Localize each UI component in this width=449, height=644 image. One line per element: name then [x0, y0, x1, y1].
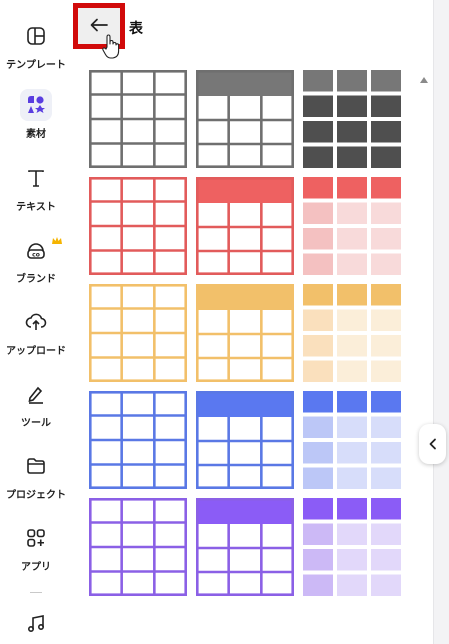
pen-icon — [20, 378, 52, 410]
table-purple-style-3[interactable] — [303, 498, 401, 600]
sidebar-item-label: テンプレート — [6, 60, 66, 71]
sidebar: テンプレート 素材 テキスト co ブランド アップロード ツール プロジェクト… — [0, 0, 72, 644]
table-yellow-style-3[interactable] — [303, 284, 401, 386]
sidebar-item-label: ブランド — [16, 274, 56, 285]
table-red-style-3[interactable] — [303, 177, 401, 279]
table-blue-style-3[interactable] — [303, 391, 401, 493]
table-yellow-style-2[interactable] — [195, 283, 295, 386]
sidebar-item-uploads[interactable]: アップロード — [0, 306, 72, 357]
table-gray-style-3[interactable] — [303, 70, 401, 172]
hand-cursor-icon — [101, 34, 121, 64]
table-gray-style-2[interactable] — [195, 69, 295, 172]
text-icon — [20, 162, 52, 194]
table-blue-style-1[interactable] — [88, 390, 188, 493]
table-red-style-1[interactable] — [88, 176, 188, 279]
sidebar-item-label: ツール — [21, 418, 51, 429]
sidebar-item-apps[interactable]: アプリ — [0, 522, 72, 573]
music-icon — [20, 608, 52, 640]
table-yellow-style-1[interactable] — [88, 283, 188, 386]
collapse-panel-button[interactable] — [419, 424, 446, 464]
table-purple-style-1[interactable] — [88, 497, 188, 600]
svg-text:co: co — [32, 252, 40, 259]
upload-icon — [20, 306, 52, 338]
sidebar-divider — [30, 592, 42, 593]
arrow-left-icon — [90, 17, 108, 36]
sidebar-item-label: プロジェクト — [6, 490, 66, 501]
scroll-up-icon[interactable] — [419, 70, 429, 89]
apps-icon — [20, 522, 52, 554]
template-icon — [20, 20, 52, 52]
sidebar-item-elements[interactable]: 素材 — [0, 89, 72, 140]
sidebar-item-text[interactable]: テキスト — [0, 162, 72, 213]
folder-icon — [20, 450, 52, 482]
sidebar-item-label: アップロード — [6, 346, 66, 357]
elements-icon — [20, 89, 52, 121]
table-blue-style-2[interactable] — [195, 390, 295, 493]
sidebar-item-label: 素材 — [26, 129, 46, 140]
sidebar-item-audio[interactable] — [0, 608, 72, 640]
sidebar-item-projects[interactable]: プロジェクト — [0, 450, 72, 501]
sidebar-item-label: アプリ — [21, 562, 51, 573]
chevron-left-icon — [429, 435, 437, 454]
panel-title: 表 — [129, 21, 143, 37]
table-purple-style-2[interactable] — [195, 497, 295, 600]
brand-icon: co — [20, 234, 52, 266]
table-gray-style-1[interactable] — [88, 69, 188, 172]
crown-icon — [51, 231, 63, 250]
sidebar-item-templates[interactable]: テンプレート — [0, 20, 72, 71]
sidebar-item-tools[interactable]: ツール — [0, 378, 72, 429]
sidebar-item-label: テキスト — [16, 202, 56, 213]
right-rail — [433, 0, 449, 644]
sidebar-item-brand[interactable]: co ブランド — [0, 234, 72, 285]
table-red-style-2[interactable] — [195, 176, 295, 279]
